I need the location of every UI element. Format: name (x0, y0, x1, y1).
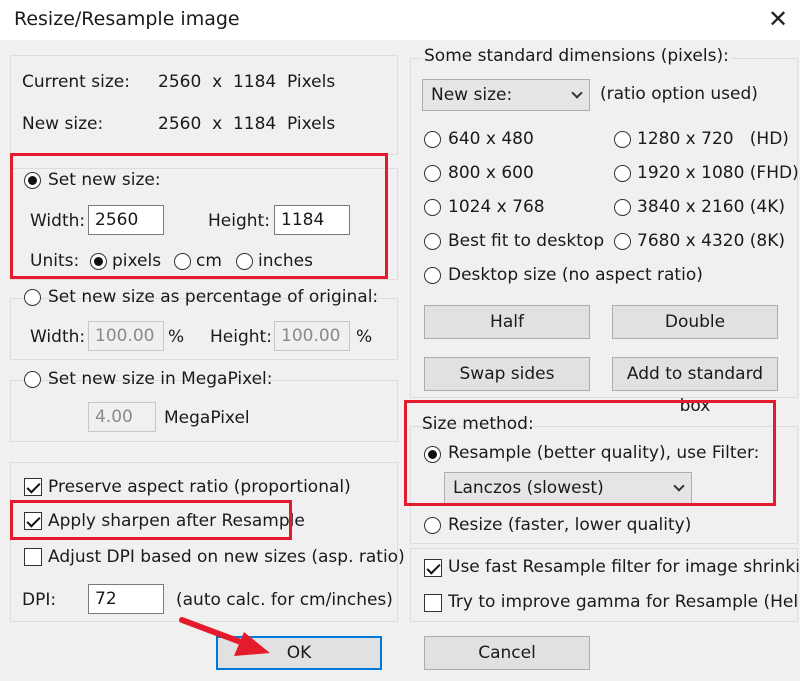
preserve-aspect-checkbox[interactable] (24, 478, 42, 496)
title-bar[interactable]: Resize/Resample image ✕ (0, 0, 800, 40)
megapixel-unit: MegaPixel (164, 408, 250, 428)
dim-1920-radio[interactable] (614, 165, 631, 182)
dim-1280-radio[interactable] (614, 131, 631, 148)
dim-1920-label[interactable]: 1920 x 1080 (FHD) (637, 163, 799, 183)
resize-label[interactable]: Resize (faster, lower quality) (448, 515, 691, 535)
current-size-value: 2560 x 1184 Pixels (158, 72, 336, 92)
megapixel-input[interactable]: 4.00 (88, 402, 156, 432)
new-size-select[interactable]: New size: (422, 79, 590, 111)
chevron-down-icon (571, 87, 583, 99)
gamma-checkbox[interactable] (424, 594, 442, 612)
window-title: Resize/Resample image (14, 8, 240, 30)
percent-width-label: Width: (30, 327, 86, 347)
size-info-group (10, 55, 398, 155)
adjust-dpi-label[interactable]: Adjust DPI based on new sizes (asp. rati… (48, 547, 405, 567)
adjust-dpi-checkbox[interactable] (24, 548, 42, 566)
percent-height-label: Height: (210, 327, 272, 347)
ratio-note: (ratio option used) (600, 84, 758, 104)
dim-1024-radio[interactable] (424, 199, 441, 216)
dim-7680-label[interactable]: 7680 x 4320 (8K) (637, 231, 785, 251)
highlight-set-new-size (10, 153, 388, 279)
fast-resample-label[interactable]: Use fast Resample filter for image shrin… (448, 557, 800, 577)
dim-3840-label[interactable]: 3840 x 2160 (4K) (637, 197, 785, 217)
percent-width-unit: % (168, 327, 185, 347)
best-fit-radio[interactable] (424, 233, 441, 250)
resize-resample-dialog: Resize/Resample image ✕ Current size: 25… (0, 0, 800, 681)
current-size-label: Current size: (22, 72, 130, 92)
gamma-label[interactable]: Try to improve gamma for Resample (Help … (448, 592, 798, 612)
new-size-label: New size: (22, 114, 104, 134)
double-button[interactable]: Double (612, 305, 778, 339)
desktop-size-label[interactable]: Desktop size (no aspect ratio) (448, 265, 703, 285)
fast-resample-checkbox[interactable] (424, 559, 442, 577)
percent-width-input[interactable]: 100.00 (88, 321, 164, 351)
dim-800-radio[interactable] (424, 165, 441, 182)
dpi-note: (auto calc. for cm/inches) (176, 590, 393, 610)
dim-1280-label[interactable]: 1280 x 720 (HD) (637, 129, 789, 149)
new-size-value: 2560 x 1184 Pixels (158, 114, 336, 134)
percent-height-unit: % (356, 327, 373, 347)
dim-7680-radio[interactable] (614, 233, 631, 250)
close-icon[interactable]: ✕ (756, 0, 800, 40)
new-size-select-value: New size: (431, 85, 513, 105)
highlight-apply-sharpen (10, 500, 292, 540)
swap-sides-button[interactable]: Swap sides (424, 357, 590, 391)
dim-640-radio[interactable] (424, 131, 441, 148)
add-standard-button[interactable]: Add to standard box (612, 357, 778, 416)
best-fit-label[interactable]: Best fit to desktop (448, 231, 604, 251)
dim-1024-label[interactable]: 1024 x 768 (448, 197, 545, 217)
half-button[interactable]: Half (424, 305, 590, 339)
standard-dims-heading: Some standard dimensions (pixels): (422, 46, 731, 66)
megapixel-label[interactable]: Set new size in MegaPixel: (48, 369, 273, 389)
dim-3840-radio[interactable] (614, 199, 631, 216)
cancel-button[interactable]: Cancel (424, 636, 590, 670)
dim-800-label[interactable]: 800 x 600 (448, 163, 534, 183)
dpi-label: DPI: (22, 590, 57, 610)
percentage-radio[interactable] (24, 289, 41, 306)
desktop-size-radio[interactable] (424, 267, 441, 284)
dpi-input[interactable]: 72 (88, 584, 164, 614)
dim-640-label[interactable]: 640 x 480 (448, 129, 534, 149)
percentage-label[interactable]: Set new size as percentage of original: (48, 287, 378, 307)
resize-radio[interactable] (424, 517, 441, 534)
preserve-aspect-label[interactable]: Preserve aspect ratio (proportional) (48, 477, 351, 497)
percent-height-input[interactable]: 100.00 (274, 321, 350, 351)
megapixel-radio[interactable] (24, 371, 41, 388)
red-arrow-icon (179, 617, 270, 656)
highlight-size-method (404, 400, 776, 506)
